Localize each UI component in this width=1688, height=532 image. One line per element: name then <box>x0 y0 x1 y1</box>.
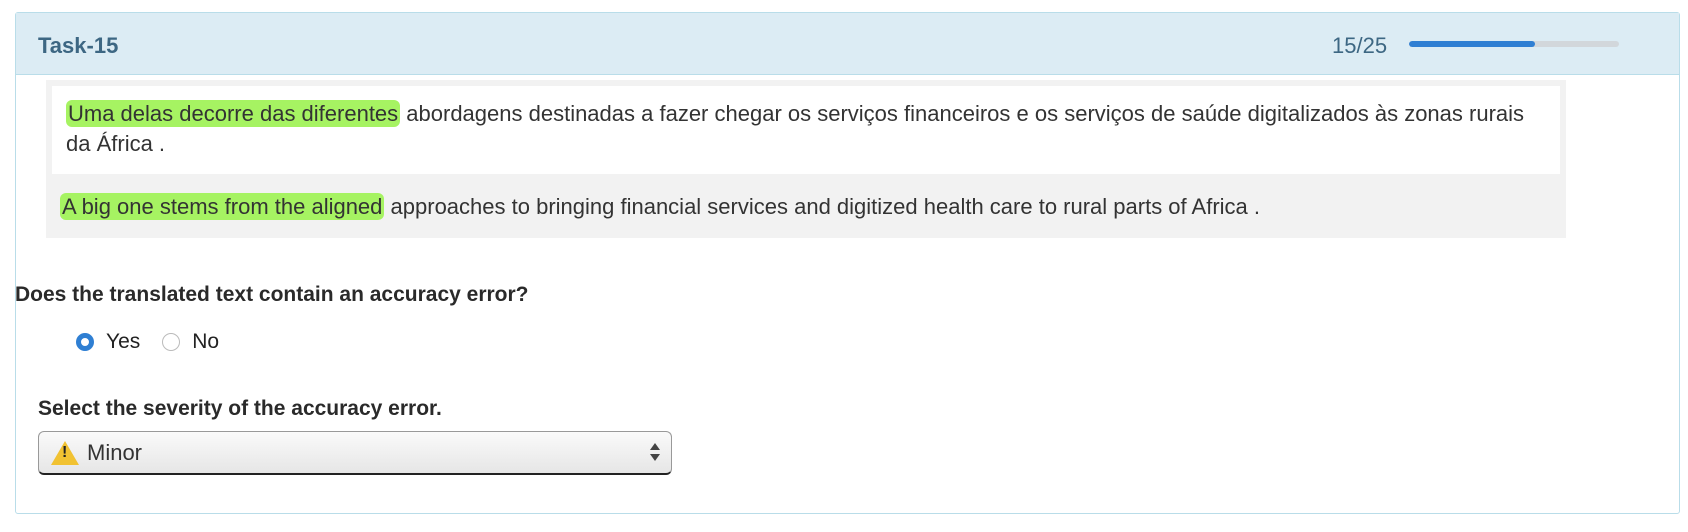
radio-no-label: No <box>192 330 220 353</box>
radio-no[interactable]: No <box>162 330 219 354</box>
progress-bar-fill <box>1409 41 1535 47</box>
task-title: Task-15 <box>38 33 119 58</box>
severity-label: Select the severity of the accuracy erro… <box>38 397 442 420</box>
radio-yes[interactable]: Yes <box>76 330 140 354</box>
radio-no-circle[interactable] <box>162 333 181 351</box>
target-highlight: A big one stems from the aligned <box>60 193 385 220</box>
text-pair-panel: Uma delas decorre das diferentes abordag… <box>46 80 1566 238</box>
severity-selected-value: Minor <box>87 439 143 465</box>
target-rest: approaches to bringing financial service… <box>384 194 1261 219</box>
accuracy-question: Does the translated text contain an accu… <box>15 283 529 306</box>
source-text: Uma delas decorre das diferentes abordag… <box>52 86 1560 174</box>
translated-text: A big one stems from the aligned approac… <box>46 178 1566 238</box>
radio-yes-label: Yes <box>106 330 141 353</box>
severity-select[interactable]: ! Minor <box>38 431 672 475</box>
select-arrows-icon <box>649 439 661 465</box>
source-highlight: Uma delas decorre das diferentes <box>66 100 401 127</box>
radio-yes-circle[interactable] <box>76 333 94 351</box>
task-header: Task-15 15/25 <box>16 13 1679 75</box>
warning-icon: ! <box>51 440 79 465</box>
accuracy-radio-group: Yes No <box>76 330 241 354</box>
progress-counter: 15/25 <box>1332 33 1388 58</box>
progress-bar <box>1409 41 1619 47</box>
